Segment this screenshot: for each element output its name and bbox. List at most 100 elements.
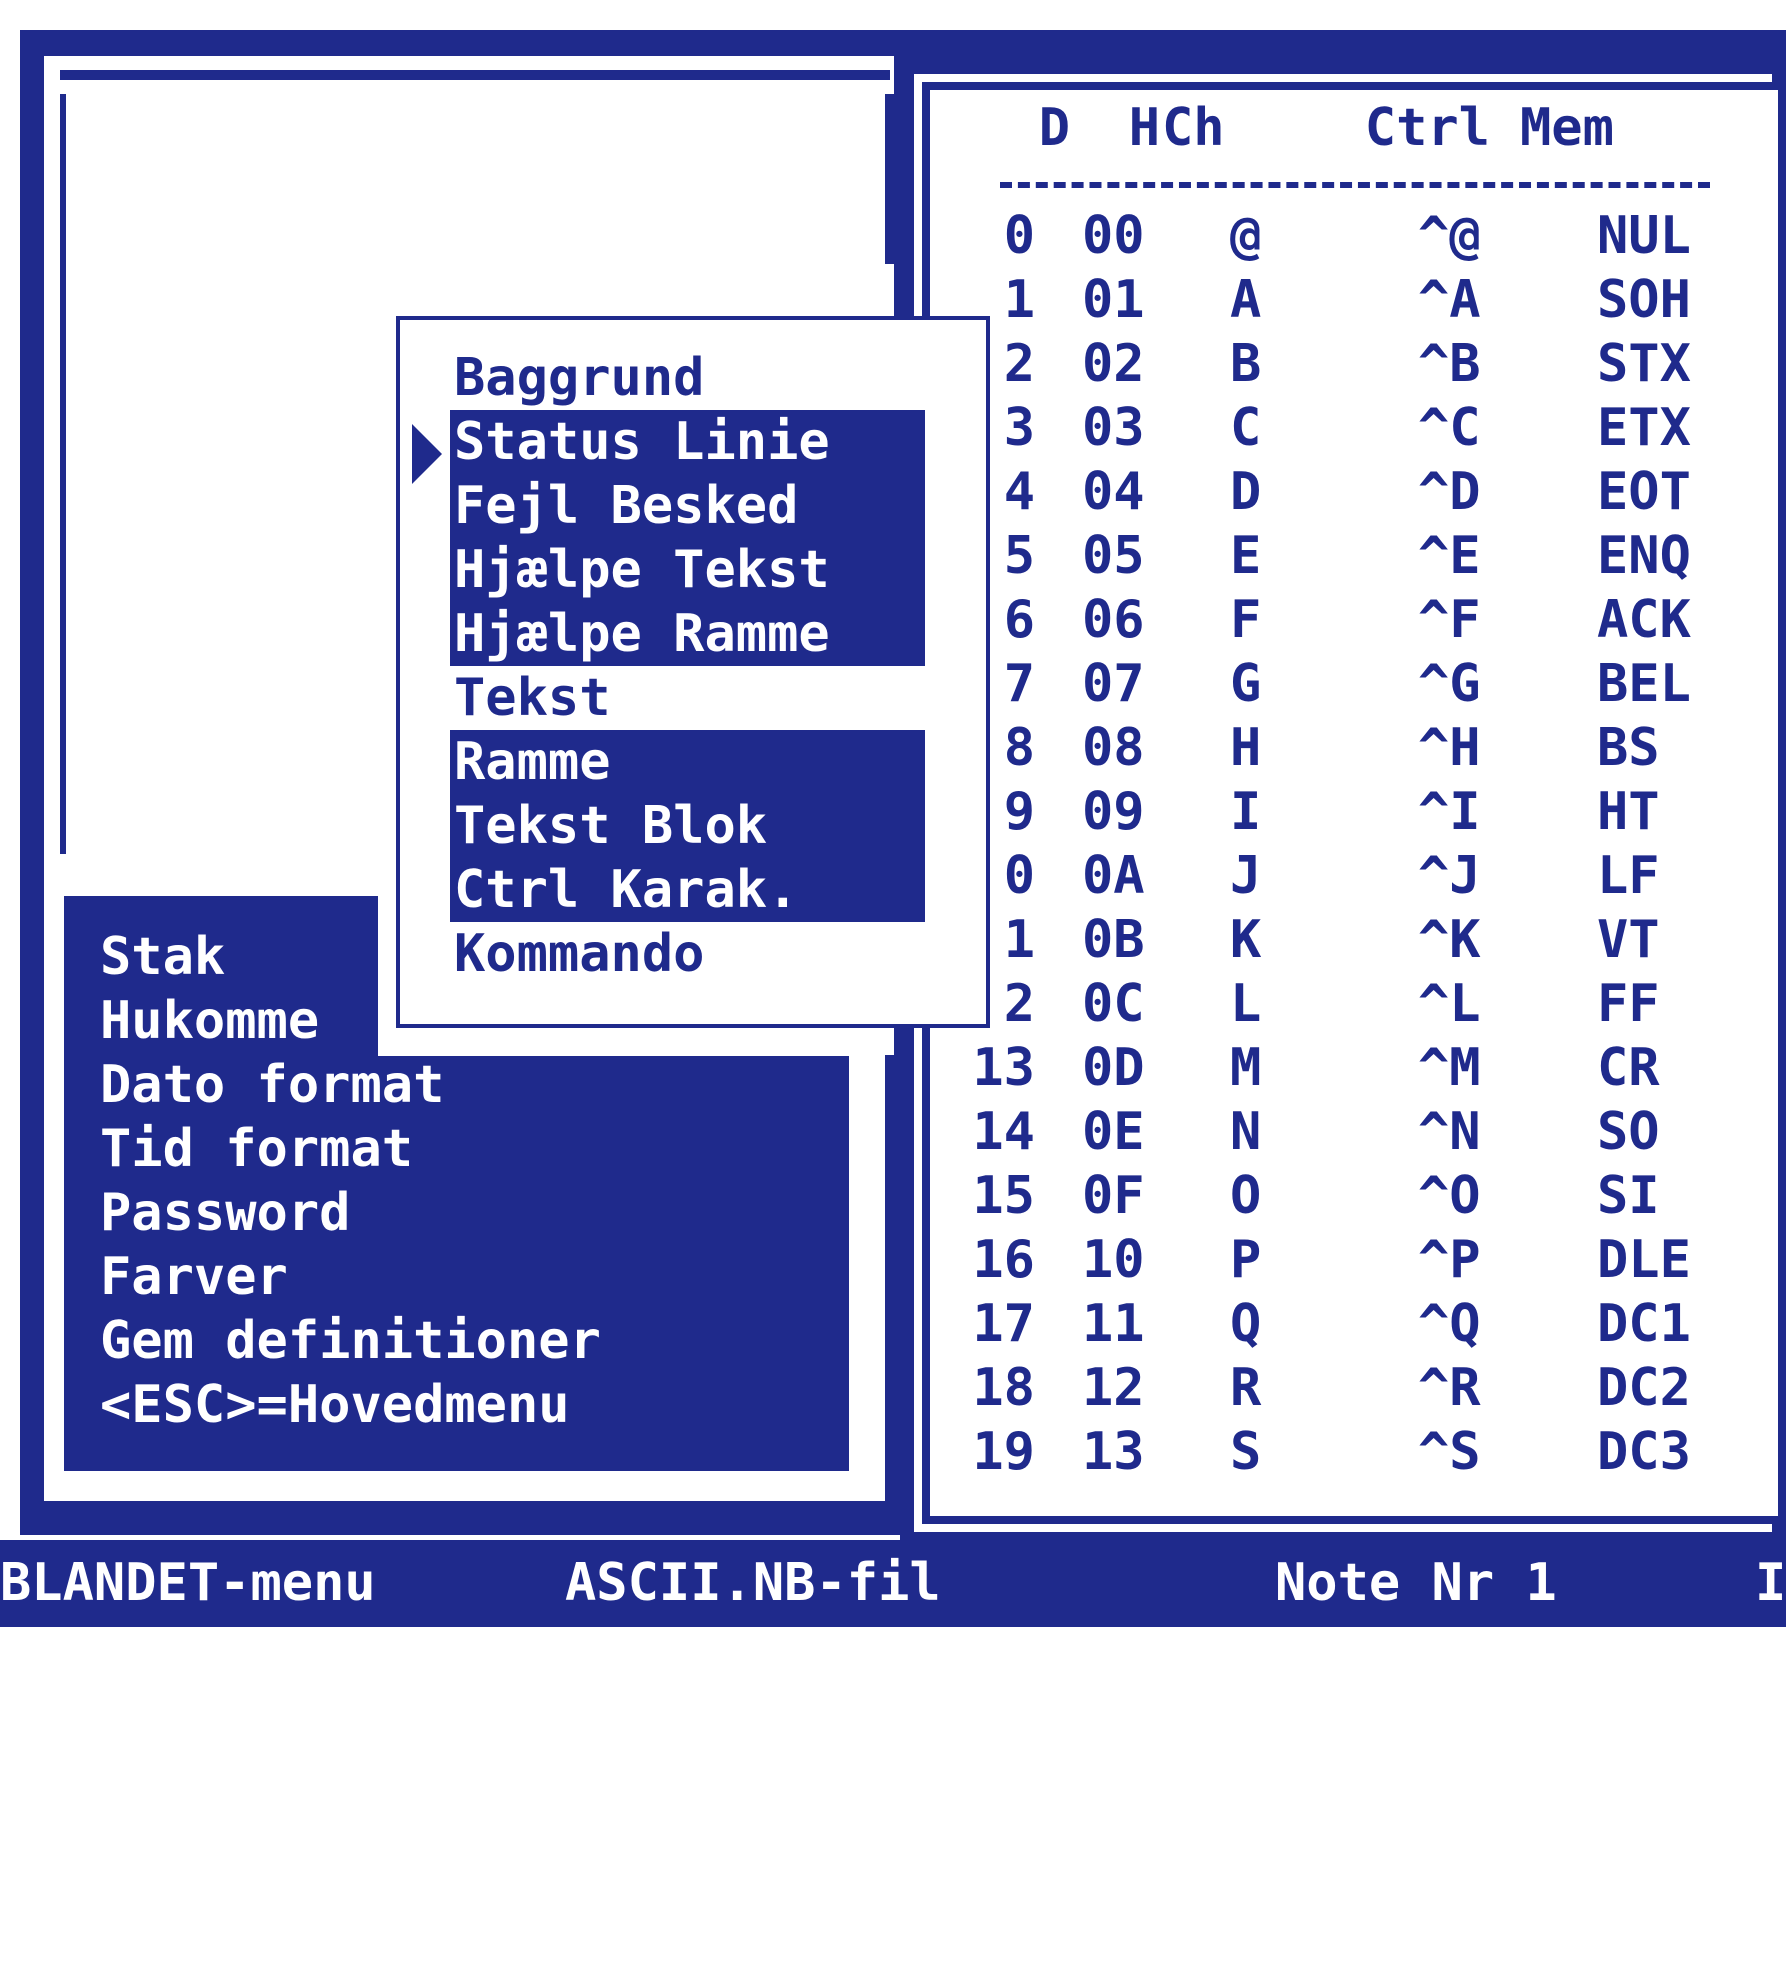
cell-ctrl: ^K (1418, 910, 1481, 970)
table-row: 18 12 R ^R DC2 (940, 1356, 1740, 1420)
cell-ctrl: ^Q (1418, 1294, 1481, 1354)
cell-hex: 0C (1082, 974, 1145, 1034)
cell-hex: 0E (1082, 1102, 1145, 1162)
cell-char: N (1230, 1102, 1262, 1162)
ascii-table: D H Ch Ctrl Mem 0 00 @ ^@ NUL 1 01 A ^A SOH 2 02 B ^B… (940, 96, 1740, 1506)
cell-ctrl: ^J (1418, 846, 1481, 906)
cell-char: P (1230, 1230, 1262, 1290)
color-submenu-item[interactable]: Ramme (450, 730, 925, 794)
cell-mnemonic: LF (1597, 846, 1660, 906)
cell-decimal: 19 (972, 1422, 1035, 1482)
cell-hex: 10 (1082, 1230, 1145, 1290)
cell-char: G (1230, 654, 1262, 714)
cell-ctrl: ^@ (1418, 206, 1481, 266)
column-header-char: Ch (1162, 98, 1225, 158)
cell-char: L (1230, 974, 1262, 1034)
settings-menu-item[interactable]: <ESC>=Hovedmenu (100, 1373, 570, 1437)
color-submenu-item[interactable]: Hjælpe Ramme (450, 602, 925, 666)
left-window-top-border (60, 70, 890, 80)
cell-hex: 11 (1082, 1294, 1145, 1354)
settings-menu-item[interactable]: Hukomme (100, 989, 319, 1053)
settings-menu-item[interactable]: Stak (100, 925, 225, 989)
cell-hex: 0D (1082, 1038, 1145, 1098)
cell-char: J (1230, 846, 1262, 906)
color-submenu-item[interactable]: Tekst Blok (450, 794, 925, 858)
column-header-hex: H (1128, 98, 1160, 158)
cell-decimal: 17 (972, 1294, 1035, 1354)
color-submenu-item[interactable]: Ctrl Karak. (450, 858, 925, 922)
status-file-name: ASCII.NB-fil (565, 1553, 941, 1613)
table-row: 5 05 E ^E ENQ (940, 524, 1740, 588)
status-menu-name: BLANDET-menu (0, 1553, 376, 1613)
cell-hex: 02 (1082, 334, 1145, 394)
cell-char: B (1230, 334, 1262, 394)
cell-ctrl: ^G (1418, 654, 1481, 714)
cell-hex: 13 (1082, 1422, 1145, 1482)
table-row: 16 10 P ^P DLE (940, 1228, 1740, 1292)
table-row: 1 0B K ^K VT (940, 908, 1740, 972)
column-header-mnemonic: Mem (1520, 98, 1614, 158)
settings-menu-item[interactable]: Tid format (100, 1117, 413, 1181)
color-submenu-item[interactable]: Baggrund (450, 346, 925, 410)
table-row: 17 11 Q ^Q DC1 (940, 1292, 1740, 1356)
cell-mnemonic: FF (1597, 974, 1660, 1034)
cell-mnemonic: DC2 (1597, 1358, 1691, 1418)
color-submenu-item[interactable]: Kommando (450, 922, 925, 986)
cell-mnemonic: NUL (1597, 206, 1691, 266)
cell-char: I (1230, 782, 1262, 842)
cell-char: R (1230, 1358, 1262, 1418)
ascii-table-header: D H Ch Ctrl Mem (940, 96, 1740, 160)
cell-ctrl: ^L (1418, 974, 1481, 1034)
cell-mnemonic: DLE (1597, 1230, 1691, 1290)
cell-hex: 05 (1082, 526, 1145, 586)
settings-menu-item[interactable]: Dato format (100, 1053, 444, 1117)
color-submenu-item[interactable]: Status Linie (450, 410, 925, 474)
cell-mnemonic: HT (1597, 782, 1660, 842)
cell-mnemonic: BEL (1597, 654, 1691, 714)
cell-hex: 09 (1082, 782, 1145, 842)
cell-char: O (1230, 1166, 1262, 1226)
cell-hex: 03 (1082, 398, 1145, 458)
settings-menu-item[interactable]: Gem definitioner (100, 1309, 601, 1373)
status-note-number: Note Nr 1 (1275, 1553, 1557, 1613)
cell-mnemonic: SI (1597, 1166, 1660, 1226)
status-bar: BLANDET-menu ASCII.NB-fil Note Nr 1 I (0, 1540, 1786, 1627)
color-submenu-item[interactable]: Fejl Besked (450, 474, 925, 538)
table-row: 3 03 C ^C ETX (940, 396, 1740, 460)
cell-hex: 04 (1082, 462, 1145, 522)
cell-ctrl: ^H (1418, 718, 1481, 778)
cell-mnemonic: DC1 (1597, 1294, 1691, 1354)
table-row: 7 07 G ^G BEL (940, 652, 1740, 716)
cell-decimal: 15 (972, 1166, 1035, 1226)
cell-char: D (1230, 462, 1262, 522)
table-row: 0 00 @ ^@ NUL (940, 204, 1740, 268)
cell-mnemonic: CR (1597, 1038, 1660, 1098)
cell-char: E (1230, 526, 1262, 586)
status-trailing-text: I (1755, 1553, 1786, 1613)
table-row: 15 0F O ^O SI (940, 1164, 1740, 1228)
table-row: 4 04 D ^D EOT (940, 460, 1740, 524)
color-submenu-item[interactable]: Tekst (450, 666, 925, 730)
cell-char: M (1230, 1038, 1262, 1098)
column-header-ctrl: Ctrl (1364, 98, 1490, 158)
cell-ctrl: ^E (1418, 526, 1481, 586)
cell-mnemonic: DC3 (1597, 1422, 1691, 1482)
cell-hex: 00 (1082, 206, 1145, 266)
cell-char: F (1230, 590, 1262, 650)
table-row: 8 08 H ^H BS (940, 716, 1740, 780)
column-header-decimal: D (1038, 98, 1070, 158)
table-row: 14 0E N ^N SO (940, 1100, 1740, 1164)
settings-menu-item[interactable]: Farver (100, 1245, 288, 1309)
cell-mnemonic: STX (1597, 334, 1691, 394)
cell-decimal: 16 (972, 1230, 1035, 1290)
cell-ctrl: ^F (1418, 590, 1481, 650)
cell-ctrl: ^M (1418, 1038, 1481, 1098)
table-row: 9 09 I ^I HT (940, 780, 1740, 844)
table-row: 1 01 A ^A SOH (940, 268, 1740, 332)
color-submenu-item[interactable]: Hjælpe Tekst (450, 538, 925, 602)
table-row: 6 06 F ^F ACK (940, 588, 1740, 652)
cell-char: S (1230, 1422, 1262, 1482)
cell-char: H (1230, 718, 1262, 778)
settings-menu-item[interactable]: Password (100, 1181, 350, 1245)
left-window-left-border (60, 94, 66, 854)
